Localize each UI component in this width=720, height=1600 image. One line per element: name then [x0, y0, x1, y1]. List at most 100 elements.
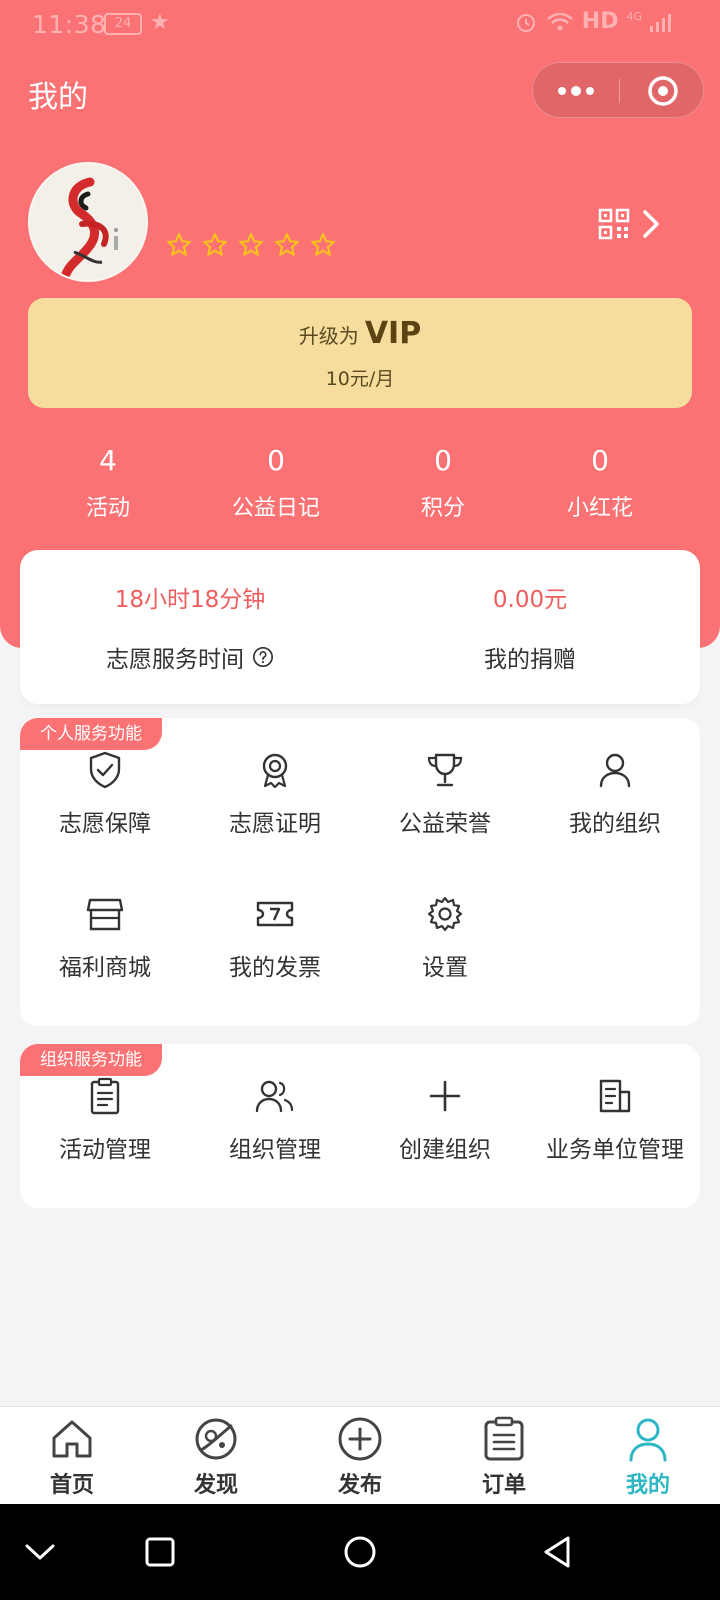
document-icon [599, 1079, 631, 1113]
star-icon [275, 233, 299, 256]
grid-item-activity-management[interactable]: 活动管理 [20, 1076, 190, 1164]
grid-item-public-honor[interactable]: 公益荣誉 [360, 750, 530, 838]
grid-item-label: 创建组织 [399, 1137, 491, 1163]
system-navigation-bar [0, 1504, 720, 1600]
personal-services-section: 个人服务功能 志愿保障 志愿证明 公益荣誉 我的组织 福利商城 我的发票 设置 [20, 718, 700, 1026]
vip-prefix: 升级为 [298, 324, 359, 348]
ticket-icon [256, 901, 294, 927]
grid-item-label: 公益荣誉 [399, 811, 491, 837]
vip-title: 升级为 VIP [28, 316, 692, 351]
chevron-right-icon [643, 210, 659, 238]
tab-orders[interactable]: 订单 [432, 1415, 576, 1499]
grid-item-my-organization[interactable]: 我的组织 [530, 750, 700, 838]
person-icon [629, 1418, 667, 1462]
wifi-icon [546, 12, 573, 30]
bottom-tab-bar: 首页 发现 发布 订单 我的 [0, 1406, 720, 1504]
star-icon [311, 233, 335, 256]
circle-icon [344, 1536, 376, 1568]
home-icon [52, 1420, 92, 1458]
donation-value: 0.00元 [492, 587, 568, 613]
rating-stars [166, 232, 336, 258]
status-indicators: HD 4G [514, 9, 672, 34]
grid-item-label: 志愿保障 [59, 811, 151, 837]
grid-item-create-organization[interactable]: 创建组织 [360, 1076, 530, 1164]
page-title: 我的 [28, 80, 88, 115]
stat-label: 小红花 [566, 496, 633, 521]
grid-item-business-unit-management[interactable]: 业务单位管理 [530, 1076, 700, 1164]
status-bar: 11:38 24 ★ HD 4G [0, 0, 720, 50]
tab-discover[interactable]: 发现 [144, 1415, 288, 1499]
status-network: 4G [626, 10, 642, 23]
grid-item-welfare-mall[interactable]: 福利商城 [20, 894, 190, 982]
star-icon [239, 233, 263, 256]
grid-item-label: 我的组织 [569, 811, 661, 837]
tab-home[interactable]: 首页 [0, 1415, 144, 1499]
stat-label: 公益日记 [231, 496, 320, 521]
stat-diary[interactable]: 0 公益日记 [206, 442, 346, 522]
more-dots-icon [558, 86, 594, 96]
clipboard-icon [90, 1077, 120, 1115]
stat-value: 0 [267, 444, 285, 477]
vip-upgrade-card[interactable]: 升级为 VIP 10元/月 [28, 298, 692, 408]
avatar-koi-painting [30, 164, 146, 280]
grid-item-organization-management[interactable]: 组织管理 [190, 1076, 360, 1164]
status-time: 11:38 [32, 10, 107, 39]
status-notification-badge: 24 [104, 13, 142, 35]
stat-value: 4 [99, 444, 117, 477]
org-services-section: 组织服务功能 活动管理 组织管理 创建组织 业务单位管理 [20, 1044, 700, 1208]
tab-me[interactable]: 我的 [576, 1415, 720, 1499]
grid-item-label: 活动管理 [59, 1137, 151, 1163]
nav-recents-button[interactable] [136, 1528, 184, 1576]
grid-item-label: 业务单位管理 [546, 1137, 684, 1163]
more-button[interactable] [533, 63, 619, 119]
stat-value: 0 [434, 444, 452, 477]
chevron-down-icon [25, 1544, 55, 1560]
grid-item-settings[interactable]: 设置 [360, 894, 530, 982]
tab-label: 我的 [625, 1473, 670, 1498]
list-icon [484, 1416, 524, 1461]
status-hd: HD [581, 9, 619, 34]
donation-label-text: 我的捐赠 [484, 647, 576, 673]
nav-home-button[interactable] [336, 1528, 384, 1576]
plus-icon [429, 1080, 461, 1112]
service-time-label-row: 志愿服务时间 [20, 640, 360, 674]
stat-red-flowers[interactable]: 0 小红花 [530, 442, 670, 522]
service-time[interactable]: 18小时18分钟 志愿服务时间 [20, 550, 360, 674]
grid-item-volunteer-certificate[interactable]: 志愿证明 [190, 750, 360, 838]
store-icon [86, 898, 124, 931]
gear-icon [427, 896, 463, 932]
section-tag: 个人服务功能 [20, 718, 162, 750]
shield-check-icon [89, 751, 121, 789]
donation[interactable]: 0.00元 我的捐赠 [360, 550, 700, 674]
signal-icon [650, 13, 671, 32]
service-time-value: 18小时18分钟 [114, 587, 266, 613]
avatar[interactable] [28, 162, 148, 282]
target-icon [647, 76, 678, 106]
stat-activities[interactable]: 4 活动 [38, 442, 178, 522]
grid-item-label: 福利商城 [59, 955, 151, 981]
back-triangle-icon [544, 1536, 570, 1568]
badge-icon [262, 753, 288, 789]
stat-points[interactable]: 0 积分 [373, 442, 513, 522]
star-icon [203, 233, 227, 256]
close-miniprogram-button[interactable] [620, 63, 705, 119]
nav-back-button[interactable] [534, 1528, 582, 1576]
stat-value: 0 [591, 444, 609, 477]
nav-collapse-button[interactable] [16, 1528, 64, 1576]
donation-label: 我的捐赠 [360, 640, 700, 674]
grid-item-my-invoice[interactable]: 我的发票 [190, 894, 360, 982]
tab-label: 发布 [337, 1473, 382, 1498]
alarm-icon [516, 13, 535, 32]
help-icon[interactable] [252, 646, 274, 668]
vip-label: VIP [364, 316, 422, 351]
plus-circle-icon [338, 1417, 382, 1461]
square-icon [145, 1537, 175, 1567]
users-icon [255, 1080, 294, 1113]
star-icon: ★ [150, 10, 170, 35]
star-icon [167, 233, 191, 256]
qrcode-icon [598, 208, 630, 240]
profile-qr-link[interactable] [598, 204, 678, 244]
grid-item-volunteer-insurance[interactable]: 志愿保障 [20, 750, 190, 838]
tab-label: 发现 [193, 1473, 238, 1498]
tab-publish[interactable]: 发布 [288, 1415, 432, 1499]
